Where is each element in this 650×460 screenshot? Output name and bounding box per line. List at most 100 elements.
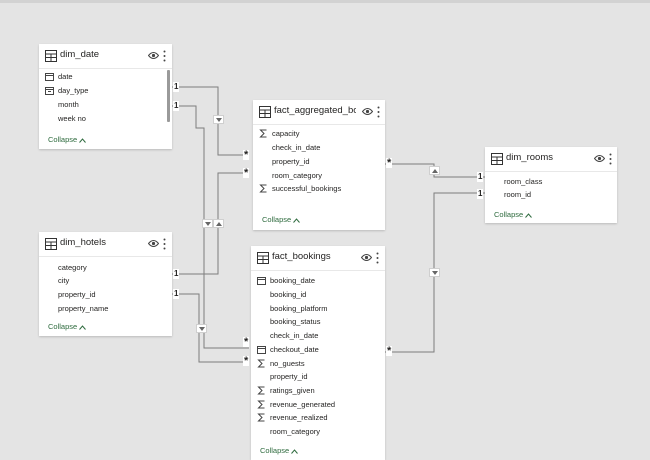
collapse-button[interactable]: Collapse <box>48 322 87 331</box>
date-hierarchy-icon <box>45 87 54 95</box>
chevron-up-icon <box>291 448 299 454</box>
field-name: room_category <box>272 171 323 180</box>
eye-icon[interactable] <box>361 253 372 262</box>
field-name: check_in_date <box>270 331 319 340</box>
field-name: city <box>58 276 70 285</box>
cardinality-one: 1 <box>173 289 180 299</box>
field-name: ratings_given <box>270 386 315 395</box>
field-name: room_id <box>504 190 532 199</box>
more-options-icon[interactable] <box>163 50 166 62</box>
cardinality-many: * <box>386 157 393 169</box>
filter-direction-arrow-icon <box>205 222 211 226</box>
more-options-icon[interactable] <box>376 252 379 264</box>
filter-direction-arrow-icon <box>216 118 222 122</box>
filter-arrow[interactable] <box>429 268 440 277</box>
cardinality-one: 1 <box>173 82 180 92</box>
table-header[interactable]: fact_aggregated_boo... <box>253 100 385 125</box>
eye-icon[interactable] <box>362 107 373 116</box>
table-icon <box>45 238 57 250</box>
field-name: revenue_generated <box>270 400 336 409</box>
table-header[interactable]: dim_hotels <box>39 232 172 257</box>
filter-arrow[interactable] <box>429 166 440 175</box>
collapse-button[interactable]: Collapse <box>48 135 87 144</box>
field-name: check_in_date <box>272 143 321 152</box>
collapse-button[interactable]: Collapse <box>494 210 533 219</box>
sigma-icon <box>257 413 265 422</box>
cardinality-one: 1 <box>173 101 180 111</box>
field-name: property_id <box>270 372 308 381</box>
table-card-dim-date[interactable]: dim_date date day_type month week no Col… <box>39 44 172 149</box>
calendar-icon <box>45 73 54 81</box>
field-name: capacity <box>272 129 300 138</box>
eye-icon[interactable] <box>148 51 159 60</box>
table-card-dim-hotels[interactable]: dim_hotels category city property_id pro… <box>39 232 172 336</box>
field-name: booking_status <box>270 317 321 326</box>
filter-arrow[interactable] <box>202 219 213 228</box>
calendar-icon <box>257 277 266 285</box>
filter-arrow[interactable] <box>196 324 207 333</box>
table-card-fact-bookings[interactable]: fact_bookings booking_date booking_id bo… <box>251 246 385 460</box>
table-title: dim_hotels <box>60 237 106 248</box>
field-name: day_type <box>58 86 89 95</box>
sigma-icon <box>259 184 267 193</box>
field-name: property_id <box>58 290 96 299</box>
cardinality-many: * <box>243 149 250 161</box>
field-name: no_guests <box>270 359 305 368</box>
sigma-icon <box>257 386 265 395</box>
chevron-up-icon <box>293 217 301 223</box>
field-name: successful_bookings <box>272 184 342 193</box>
field-name: room_category <box>270 427 321 436</box>
chevron-up-icon <box>79 324 87 330</box>
eye-icon[interactable] <box>148 239 159 248</box>
table-header[interactable]: dim_date <box>39 44 172 69</box>
sigma-icon <box>257 359 265 368</box>
calendar-icon <box>257 346 266 354</box>
cardinality-one: 1 <box>477 172 484 182</box>
field-name: booking_id <box>270 290 307 299</box>
table-header[interactable]: fact_bookings <box>251 246 385 271</box>
collapse-label: Collapse <box>494 210 524 219</box>
field-name: booking_platform <box>270 304 328 313</box>
field-name: property_id <box>272 157 310 166</box>
table-header[interactable]: dim_rooms <box>485 147 617 172</box>
table-card-fact-aggregated-bookings[interactable]: fact_aggregated_boo... capacity check_in… <box>253 100 385 230</box>
filter-direction-arrow-icon <box>432 169 438 173</box>
collapse-button[interactable]: Collapse <box>260 446 299 455</box>
eye-icon[interactable] <box>594 154 605 163</box>
table-card-dim-rooms[interactable]: dim_rooms room_class room_id Collapse <box>485 147 617 223</box>
more-options-icon[interactable] <box>609 153 612 165</box>
table-title: dim_date <box>60 49 100 60</box>
field-name: checkout_date <box>270 345 319 354</box>
more-options-icon[interactable] <box>163 238 166 250</box>
table-icon <box>259 106 271 118</box>
collapse-label: Collapse <box>48 135 78 144</box>
relationship-line <box>172 86 249 156</box>
field-name: month <box>58 100 79 109</box>
chevron-up-icon <box>525 212 533 218</box>
collapse-label: Collapse <box>262 215 292 224</box>
cardinality-one: 1 <box>477 189 484 199</box>
cardinality-many: * <box>243 336 250 348</box>
table-title: fact_aggregated_boo... <box>274 105 356 116</box>
cardinality-many: * <box>243 167 250 179</box>
field-name: category <box>58 263 87 272</box>
sigma-icon <box>259 129 267 138</box>
filter-direction-arrow-icon <box>216 222 222 226</box>
field-name: booking_date <box>270 276 316 285</box>
filter-arrow[interactable] <box>213 115 224 124</box>
field-name: revenue_realized <box>270 413 328 422</box>
table-title: dim_rooms <box>506 152 553 163</box>
cardinality-many: * <box>386 345 393 357</box>
field-name: week no <box>58 114 86 123</box>
field-name: room_class <box>504 177 543 186</box>
table-title: fact_bookings <box>272 251 331 262</box>
sigma-icon <box>257 400 265 409</box>
scrollbar[interactable] <box>167 70 170 122</box>
filter-direction-arrow-icon <box>432 271 438 275</box>
table-icon <box>257 252 269 264</box>
collapse-button[interactable]: Collapse <box>262 215 301 224</box>
more-options-icon[interactable] <box>377 106 380 118</box>
chevron-up-icon <box>79 137 87 143</box>
filter-arrow[interactable] <box>213 219 224 228</box>
collapse-label: Collapse <box>260 446 290 455</box>
